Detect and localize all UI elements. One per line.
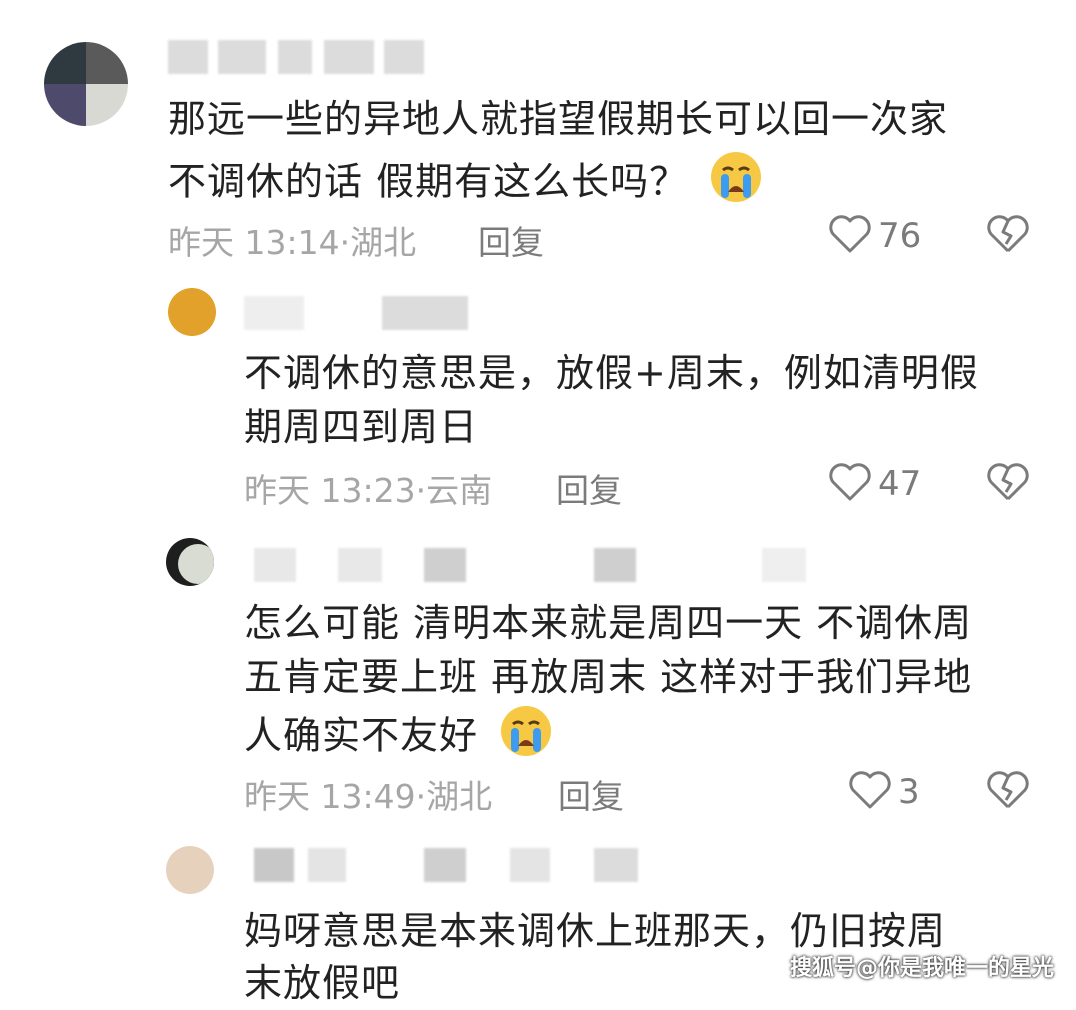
like-button[interactable]: 47: [828, 462, 921, 506]
avatar[interactable]: [166, 538, 214, 586]
like-button[interactable]: 3: [848, 770, 920, 814]
comment-text-line: 人确实不友好: [244, 704, 553, 772]
crying-face-icon: [499, 704, 553, 772]
like-count: 47: [878, 464, 922, 504]
heart-icon: [828, 462, 872, 506]
comment-text-line: 怎么可能 清明本来就是周四一天 不调休周: [244, 601, 973, 645]
username-blurred[interactable]: [254, 848, 674, 882]
broken-heart-icon: [986, 215, 1030, 258]
heart-icon: [828, 214, 872, 258]
comment-text-line: 期周四到周日: [244, 405, 479, 449]
comment-text-line: 那远一些的异地人就指望假期长可以回一次家: [168, 97, 949, 141]
reply-button[interactable]: 回复: [556, 464, 622, 512]
comment-text-line: 末放假吧: [244, 961, 401, 1005]
comment-timestamp-location: 昨天 13:14·湖北: [168, 223, 417, 262]
dislike-button[interactable]: [986, 214, 1030, 258]
reply-button[interactable]: 回复: [478, 216, 544, 264]
comment-timestamp-location: 昨天 13:23·云南: [244, 471, 493, 510]
comment-text-line: 不调休的意思是，放假+周末，例如清明假: [244, 351, 979, 395]
watermark: 搜狐号@你是我唯一的星光: [789, 956, 1054, 981]
dislike-button[interactable]: [986, 770, 1030, 814]
heart-icon: [848, 770, 892, 814]
broken-heart-icon: [986, 463, 1030, 506]
comment-text-line: 五肯定要上班 再放周末 这样对于我们异地: [244, 655, 973, 699]
avatar[interactable]: [166, 846, 214, 894]
comment-text-fragment: 不调休的话 假期有这么长吗？: [168, 159, 689, 204]
like-count: 76: [878, 216, 922, 256]
reply-button[interactable]: 回复: [558, 770, 624, 818]
username-blurred[interactable]: [168, 40, 428, 74]
avatar[interactable]: [44, 42, 128, 126]
avatar[interactable]: [168, 288, 216, 336]
dislike-button[interactable]: [986, 462, 1030, 506]
username-blurred[interactable]: [254, 548, 814, 582]
username-blurred[interactable]: [244, 296, 474, 330]
comment-text-fragment: 人确实不友好: [244, 713, 479, 758]
comment-timestamp-location: 昨天 13:49·湖北: [244, 777, 493, 816]
like-count: 3: [898, 772, 920, 812]
comment-text-line: 不调休的话 假期有这么长吗？: [168, 150, 763, 218]
like-button[interactable]: 76: [828, 214, 921, 258]
broken-heart-icon: [986, 771, 1030, 814]
crying-face-icon: [709, 150, 763, 218]
